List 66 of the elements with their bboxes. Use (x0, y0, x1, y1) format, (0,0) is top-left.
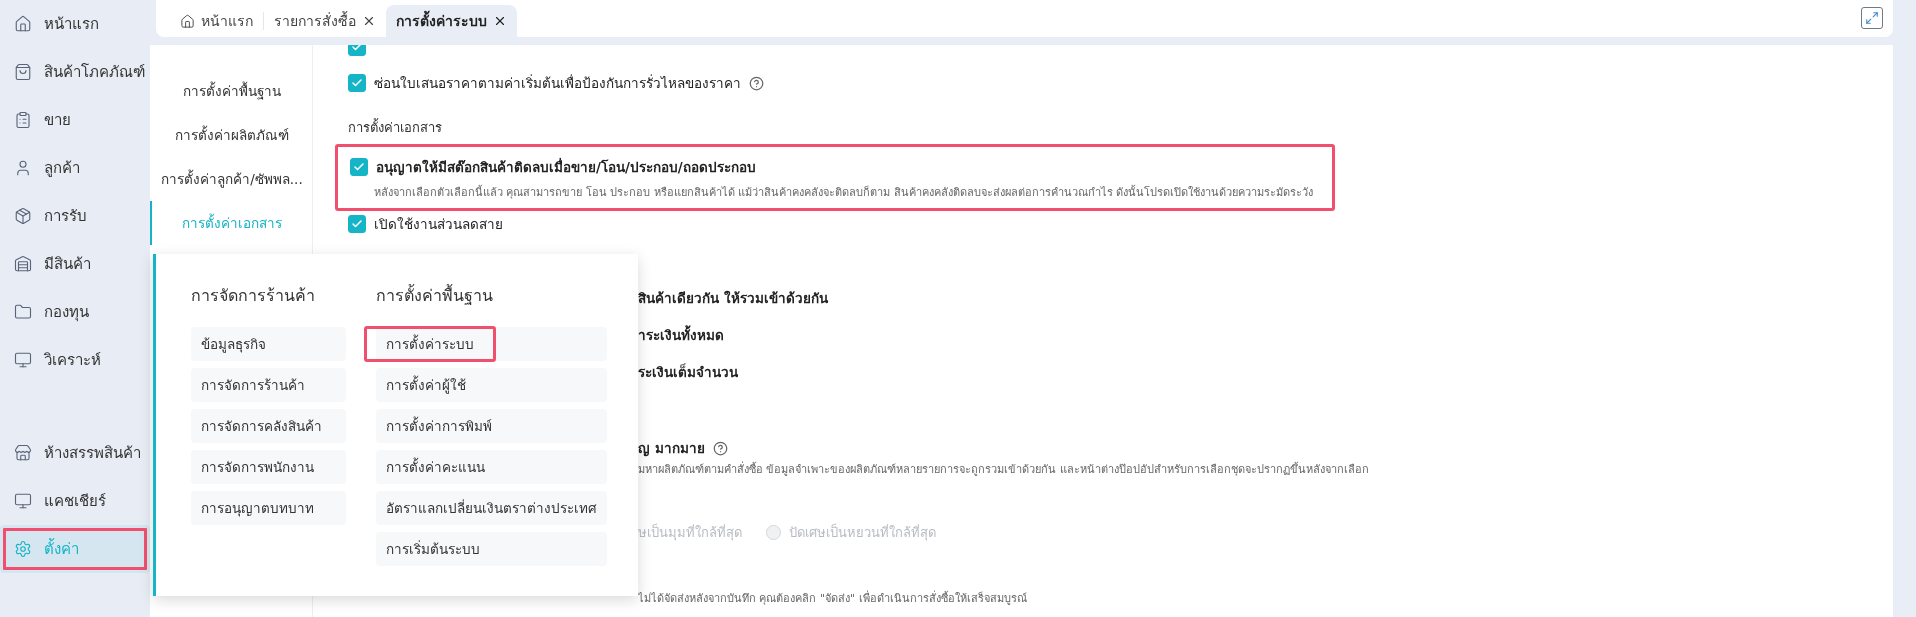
close-icon[interactable] (362, 14, 376, 28)
option-description: หลังจากเลือกตัวเลือกนี้แล้ว คุณสามารถขาย โอน ประกอบ หรือแยกสินค้าได้ แม้ว่าสินค้าคงคลังจะติดลบก็ตาม สินค้าคงคลังติดลบจะส่งผลต่อการคำนวณกำไร ดังนั้นโปรดเปิดใช้งานด้วยความระมัดระวัง (374, 184, 1315, 201)
settings-icon (14, 540, 32, 558)
house-icon (14, 15, 32, 33)
menu-item[interactable]: การอนุญาตบทบาท (191, 491, 346, 525)
monitor-icon (14, 492, 32, 510)
menu-item[interactable]: การจัดการพนักงาน (191, 450, 346, 484)
monitor-icon (14, 351, 32, 369)
user-icon (14, 159, 32, 177)
sidebar-item[interactable]: ขาย (0, 96, 150, 144)
checkbox[interactable] (350, 158, 368, 176)
menu-heading: การตั้งค่าพื้นฐาน (376, 283, 494, 307)
option-label: เปิดใช้งานส่วนลดสาย (374, 215, 503, 234)
store-icon (14, 444, 32, 462)
help-icon[interactable] (712, 440, 728, 456)
check-icon (351, 218, 363, 230)
option-label: ญ มากมาย (638, 439, 705, 459)
sidebar-item[interactable]: สินค้าโภคภัณฑ์ (0, 48, 150, 96)
house-icon (180, 13, 195, 29)
checkbox[interactable] (348, 74, 366, 92)
sidebar-item[interactable]: มีสินค้า (0, 240, 150, 288)
menu-item[interactable]: ข้อมูลธุรกิจ (191, 327, 346, 361)
tab[interactable]: หน้าแรก (170, 5, 263, 37)
clipboard-icon (14, 111, 32, 129)
box-icon (14, 207, 32, 225)
option-label: อนุญาตให้มีสต๊อกสินค้าติดลบเมื่อขาย/โอน/ประกอบ/ถอดประกอบ (376, 157, 756, 178)
option-label: ระเงินเต็มจำนวน (638, 362, 738, 382)
warehouse-icon (14, 255, 32, 273)
sidebar-item[interactable]: วิเคราะห์ (0, 336, 150, 384)
menu-item[interactable]: การตั้งค่าระบบ (376, 327, 607, 361)
menu-item[interactable]: การตั้งค่าคะแนน (376, 450, 607, 484)
sidebar-item[interactable]: ห้างสรรพสินค้า (0, 429, 150, 477)
nav-item[interactable]: การตั้งค่าผลิตภัณฑ์ (150, 113, 312, 157)
sidebar-item[interactable]: หน้าแรก (0, 0, 150, 48)
menu-item[interactable]: การตั้งค่าการพิมพ์ (376, 409, 607, 443)
menu-heading: การจัดการร้านค้า (191, 284, 316, 307)
close-icon[interactable] (493, 14, 507, 28)
option-label: ซ่อนใบเสนอราคาตามค่าเริ่มต้นเพื่อป้องกันการรั่วไหลของราคา (374, 73, 741, 93)
tab[interactable]: การตั้งค่าระบบ (386, 5, 517, 37)
note-text: ไม่ได้จัดส่งหลังจากบันทึก คุณต้องคลิก "จัดส่ง" เพื่อดำเนินการสั่งซื้อให้เสร็จสมบูรณ์ (638, 589, 1027, 607)
help-icon[interactable] (749, 75, 764, 91)
check-icon (351, 77, 363, 89)
radio-label: ปัดเศษเป็นหยวนที่ใกล้ที่สุด (789, 522, 936, 543)
menu-item[interactable]: การตั้งค่าผู้ใช้ (376, 368, 607, 402)
bag-icon (14, 63, 32, 81)
sidebar-item[interactable]: แคชเชียร์ (0, 477, 150, 525)
menu-item[interactable]: การจัดการร้านค้า (191, 368, 346, 402)
menu-item[interactable]: อัตราแลกเปลี่ยนเงินตราต่างประเทศ (376, 491, 607, 525)
sidebar-item[interactable]: กองทุน (0, 288, 150, 336)
option-label: สินค้าเดียวกัน ให้รวมเข้าด้วยกัน (638, 288, 828, 308)
section-heading: การตั้งค่าเอกสาร (348, 117, 442, 137)
check-icon (353, 161, 365, 173)
menu-item[interactable]: การจัดการคลังสินค้า (191, 409, 346, 443)
option-label: ษเป็นมุมที่ใกล้ที่สุด (638, 522, 742, 543)
tab[interactable]: รายการสั่งซื้อ (264, 5, 386, 37)
nav-item[interactable]: การตั้งค่าพื้นฐาน (150, 69, 312, 113)
option-label: าระเงินทั้งหมด (638, 324, 724, 345)
expand-icon (1865, 11, 1879, 25)
checkbox[interactable] (348, 215, 366, 233)
sidebar-item[interactable]: ลูกค้า (0, 144, 150, 192)
menu-item[interactable]: การเริ่มต้นระบบ (376, 532, 607, 566)
folder-icon (14, 303, 32, 321)
sidebar-item[interactable]: การรับ (0, 192, 150, 240)
option-description: มหาผลิตภัณฑ์ตามคำสั่งซื้อ ข้อมูลจำเพาะของผลิตภัณฑ์หลายรายการจะถูกรวมเข้าด้วยกัน และหน้าต่างป๊อปอัปสำหรับการเลือกชุดจะปรากฏขึ้นหลังจากเลือก (638, 460, 1370, 478)
expand-button[interactable] (1861, 7, 1883, 29)
nav-item[interactable]: การตั้งค่าลูกค้า/ซัพพล... (150, 157, 312, 201)
